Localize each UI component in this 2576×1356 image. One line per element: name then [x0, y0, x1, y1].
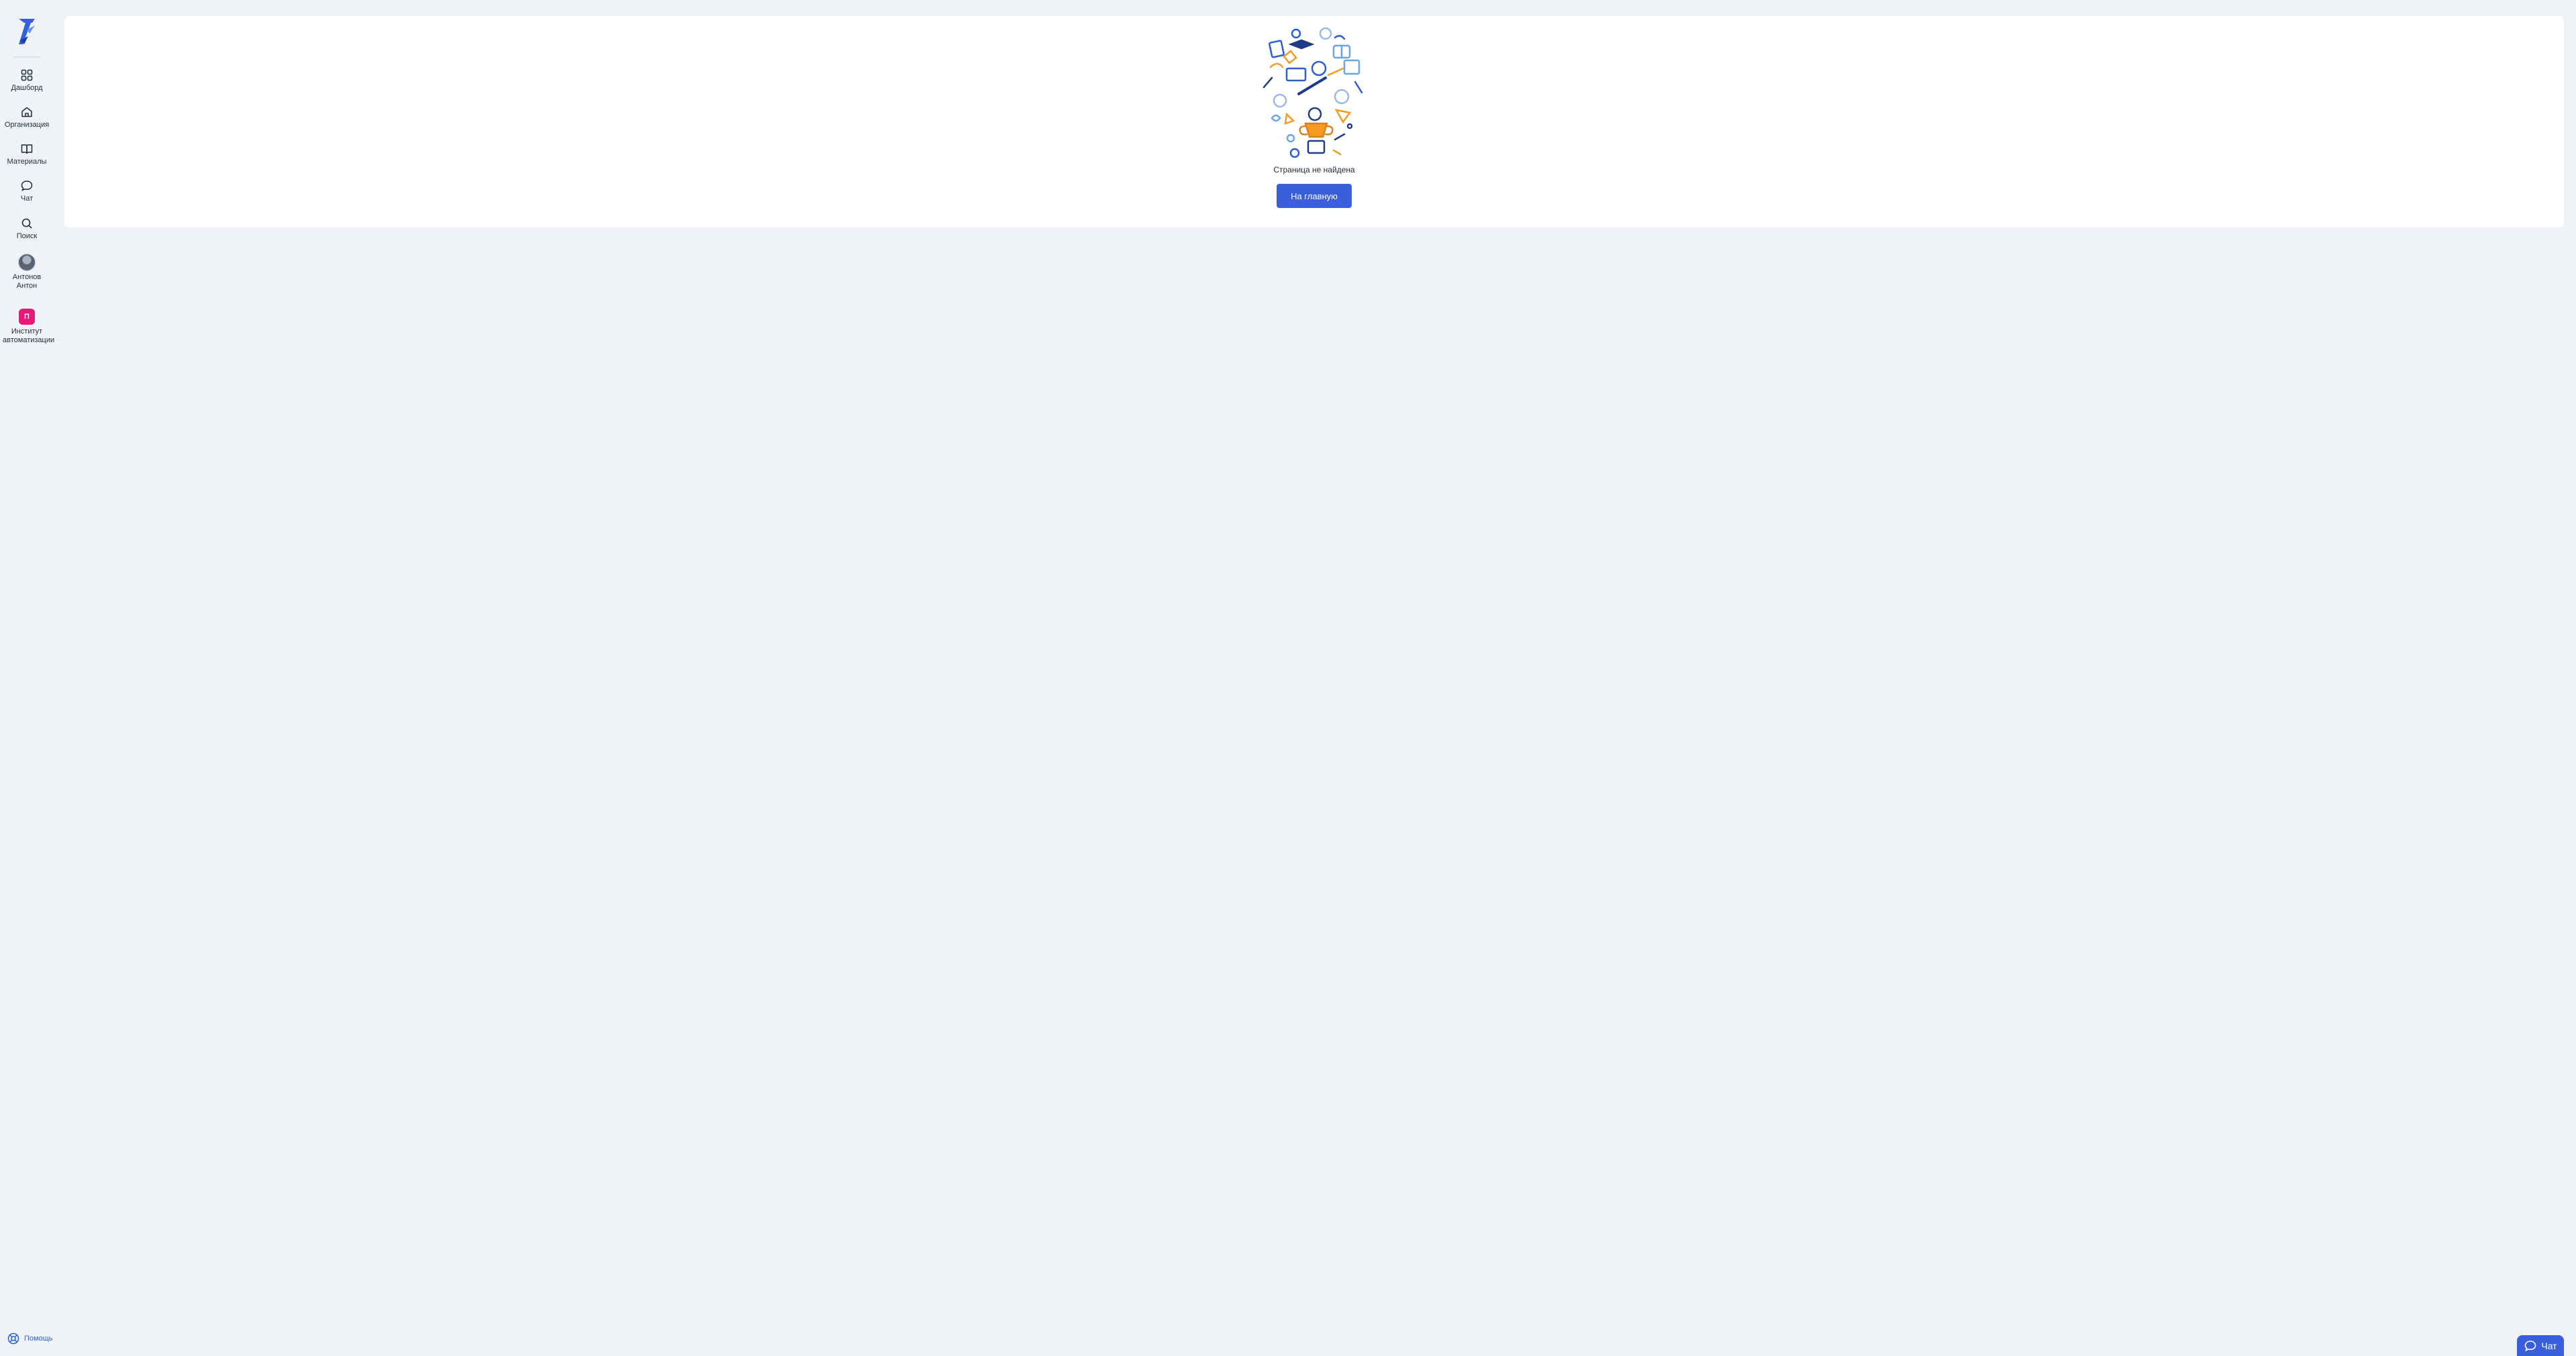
grid-icon	[21, 69, 33, 81]
not-found-message: Страница не найдена	[1273, 165, 1355, 174]
sidebar-item-organization-switch[interactable]: П Институт автоматизации	[0, 309, 54, 345]
sidebar-item-chat[interactable]: Чат	[0, 179, 54, 203]
sidebar: Дашборд Организация Материалы Чат Поиск …	[0, 0, 54, 1356]
sidebar-item-label: Поиск	[16, 232, 38, 240]
help-label: Помощь	[24, 1335, 53, 1343]
avatar	[18, 254, 36, 271]
sidebar-item-materials[interactable]: Материалы	[0, 142, 54, 166]
go-home-button[interactable]: На главную	[1277, 184, 1352, 208]
education-doodle-illustration	[1263, 27, 1363, 158]
search-icon	[21, 218, 32, 229]
sidebar-item-search[interactable]: Поиск	[0, 217, 54, 241]
sidebar-item-label: Дашборд	[11, 84, 43, 92]
lifebuoy-icon	[7, 1333, 19, 1345]
app-logo[interactable]	[13, 13, 40, 51]
chat-bubble-icon	[21, 180, 33, 191]
not-found-card: Страница не найдена На главную	[64, 16, 2564, 227]
sidebar-item-label: Чат	[20, 195, 34, 203]
home-icon	[21, 107, 32, 117]
profile-name: Антонов Антон	[12, 273, 42, 290]
sidebar-divider	[13, 56, 40, 58]
sidebar-item-dashboard[interactable]: Дашборд	[0, 68, 54, 93]
organization-badge: П	[19, 309, 35, 325]
sidebar-item-organization[interactable]: Организация	[0, 105, 54, 129]
sidebar-item-profile[interactable]: Антонов Антон	[0, 254, 54, 291]
chat-floating-button[interactable]: Чат	[2517, 1335, 2564, 1356]
sidebar-item-label: Материалы	[7, 158, 47, 166]
chat-button-label: Чат	[2541, 1340, 2557, 1351]
sidebar-item-label: Организация	[4, 121, 50, 129]
help-link[interactable]: Помощь	[7, 1331, 53, 1346]
organization-name: Институт автоматизации	[3, 327, 55, 344]
chat-bubble-icon	[2525, 1340, 2536, 1351]
book-icon	[21, 144, 33, 154]
